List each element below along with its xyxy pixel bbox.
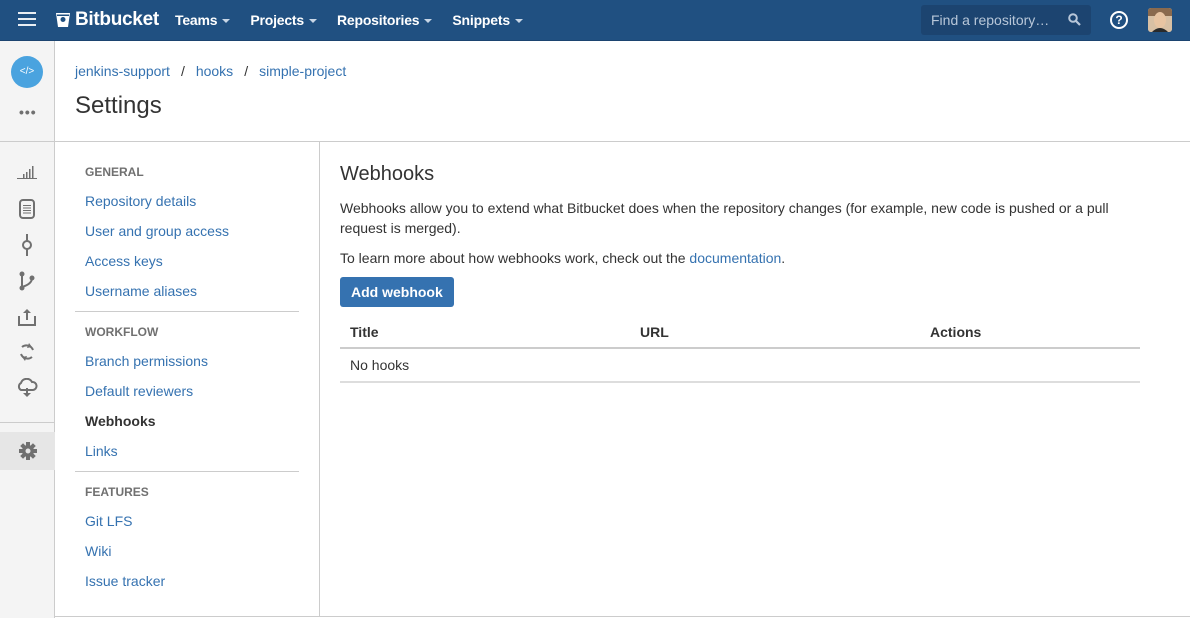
documentation-link[interactable]: documentation	[689, 250, 781, 266]
search-icon[interactable]	[1068, 13, 1081, 26]
breadcrumb: jenkins-support / hooks / simple-project	[75, 63, 346, 79]
settings-nav-issue-tracker[interactable]: Issue tracker	[85, 573, 165, 589]
nav-divider	[75, 471, 299, 472]
breadcrumb-repository[interactable]: simple-project	[259, 63, 346, 79]
settings-nav-username-aliases[interactable]: Username aliases	[85, 283, 197, 299]
settings-nav-access-keys[interactable]: Access keys	[85, 253, 163, 269]
primary-nav: Teams Projects Repositories Snippets	[175, 0, 543, 40]
settings-navigation: GENERAL Repository details User and grou…	[55, 142, 320, 617]
section-heading-features: FEATURES	[85, 485, 149, 499]
bitbucket-logo[interactable]: Bitbucket	[55, 8, 159, 32]
nav-projects[interactable]: Projects	[250, 12, 317, 28]
chevron-down-icon	[514, 18, 523, 23]
settings-nav-branch-permissions[interactable]: Branch permissions	[85, 353, 208, 369]
settings-nav-repository-details[interactable]: Repository details	[85, 193, 196, 209]
repository-search	[921, 5, 1091, 35]
repository-search-input[interactable]	[931, 12, 1061, 28]
table-header-row: Title URL Actions	[340, 317, 1140, 349]
rail-divider	[0, 422, 55, 423]
nav-teams[interactable]: Teams	[175, 12, 231, 28]
source-icon[interactable]	[15, 197, 39, 221]
learn-more-prefix: To learn more about how webhooks work, c…	[340, 250, 690, 266]
learn-more-suffix: .	[781, 250, 786, 266]
more-options-icon[interactable]: •••	[19, 105, 37, 119]
nav-projects-label: Projects	[250, 12, 304, 28]
breadcrumb-project[interactable]: hooks	[196, 63, 233, 79]
branches-icon[interactable]	[15, 269, 39, 293]
webhooks-table: Title URL Actions No hooks	[340, 317, 1140, 383]
nav-teams-label: Teams	[175, 12, 218, 28]
settings-nav-webhooks[interactable]: Webhooks	[85, 413, 156, 429]
settings-nav-links[interactable]: Links	[85, 443, 118, 459]
hamburger-menu-icon[interactable]	[18, 12, 36, 28]
footer-divider	[55, 616, 1190, 617]
deployments-icon[interactable]	[15, 376, 39, 400]
learn-more-text: To learn more about how webhooks work, c…	[340, 248, 785, 268]
settings-icon[interactable]	[0, 432, 55, 470]
overview-icon[interactable]	[15, 160, 39, 184]
breadcrumb-separator: /	[180, 63, 185, 79]
chevron-down-icon	[222, 18, 231, 23]
bitbucket-bucket-icon	[56, 13, 70, 27]
settings-nav-wiki[interactable]: Wiki	[85, 543, 111, 559]
settings-nav-user-group-access[interactable]: User and group access	[85, 223, 229, 239]
top-navigation-bar: Bitbucket Teams Projects Repositories Sn…	[0, 0, 1190, 41]
page-title: Settings	[75, 92, 162, 119]
help-icon[interactable]: ?	[1110, 11, 1128, 29]
nav-repositories[interactable]: Repositories	[336, 12, 433, 28]
user-avatar-image	[1148, 8, 1172, 32]
nav-snippets-label: Snippets	[452, 12, 510, 28]
chevron-down-icon	[424, 18, 433, 23]
section-heading-workflow: WORKFLOW	[85, 325, 159, 339]
column-header-actions: Actions	[920, 317, 1140, 349]
column-header-url: URL	[630, 317, 920, 349]
nav-repositories-label: Repositories	[336, 12, 420, 28]
section-title: Webhooks	[340, 163, 435, 185]
column-header-title: Title	[340, 317, 630, 349]
chevron-down-icon	[308, 18, 317, 23]
pipelines-icon[interactable]	[15, 340, 39, 364]
add-webhook-button[interactable]: Add webhook	[340, 277, 454, 307]
commits-icon[interactable]	[15, 233, 39, 257]
nav-divider	[75, 311, 299, 312]
brand-name: Bitbucket	[75, 9, 159, 30]
section-heading-general: GENERAL	[85, 165, 144, 179]
rail-divider	[0, 141, 55, 142]
settings-nav-default-reviewers[interactable]: Default reviewers	[85, 383, 193, 399]
repository-avatar[interactable]: </>	[11, 56, 43, 88]
empty-table-message: No hooks	[340, 348, 1140, 383]
settings-nav-git-lfs[interactable]: Git LFS	[85, 513, 132, 529]
pull-requests-icon[interactable]	[15, 305, 39, 329]
breadcrumb-team[interactable]: jenkins-support	[75, 63, 170, 79]
webhooks-description: Webhooks allow you to extend what Bitbuc…	[340, 200, 1109, 236]
user-avatar[interactable]	[1148, 8, 1172, 32]
repository-sidebar: </> •••	[0, 41, 55, 618]
table-row: No hooks	[340, 348, 1140, 383]
breadcrumb-separator: /	[244, 63, 249, 79]
nav-snippets[interactable]: Snippets	[452, 12, 523, 28]
